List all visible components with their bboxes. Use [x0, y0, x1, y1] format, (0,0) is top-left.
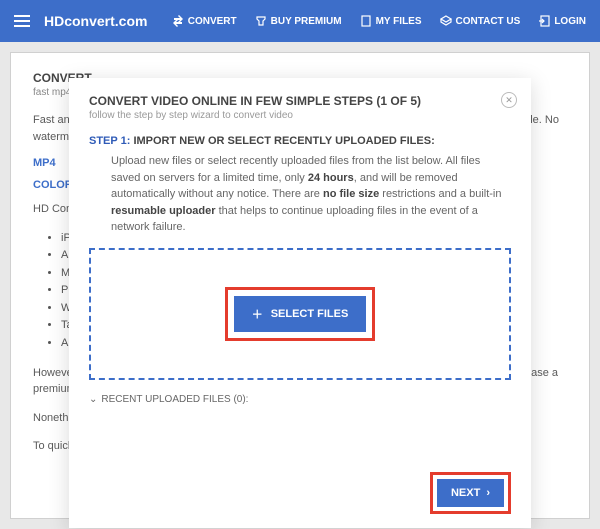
select-files-label: SELECT FILES: [271, 308, 349, 320]
close-icon[interactable]: ✕: [501, 92, 517, 108]
nav-files-label: MY FILES: [376, 16, 422, 27]
modal-title: CONVERT VIDEO ONLINE IN FEW SIMPLE STEPS…: [89, 94, 511, 108]
next-label: NEXT: [451, 487, 480, 499]
select-highlight: ＋ SELECT FILES: [225, 287, 376, 341]
wizard-modal: ✕ CONVERT VIDEO ONLINE IN FEW SIMPLE STE…: [69, 78, 531, 528]
next-button[interactable]: NEXT ›: [437, 479, 504, 507]
nav-login-label: LOGIN: [554, 16, 586, 27]
step-number: STEP 1:: [89, 135, 130, 147]
hamburger-icon[interactable]: [14, 15, 30, 27]
nav-convert[interactable]: CONVERT: [172, 15, 237, 27]
upload-dropzone[interactable]: ＋ SELECT FILES: [89, 248, 511, 380]
topbar: HDconvert.com CONVERT BUY PREMIUM MY FIL…: [0, 0, 600, 42]
step-text: IMPORT NEW OR SELECT RECENTLY UPLOADED F…: [133, 135, 434, 147]
recent-label: RECENT UPLOADED FILES (0):: [101, 394, 248, 405]
nav-convert-label: CONVERT: [188, 16, 237, 27]
chevron-right-icon: ›: [486, 487, 490, 499]
step-heading: STEP 1: IMPORT NEW OR SELECT RECENTLY UP…: [89, 135, 511, 147]
nav-files[interactable]: MY FILES: [360, 15, 422, 27]
nav-contact-label: CONTACT US: [456, 16, 521, 27]
nav-premium[interactable]: BUY PREMIUM: [255, 15, 342, 27]
plus-icon: ＋: [252, 306, 263, 322]
nav: CONVERT BUY PREMIUM MY FILES CONTACT US …: [172, 15, 586, 27]
recent-uploaded-toggle[interactable]: ⌄ RECENT UPLOADED FILES (0):: [89, 394, 511, 405]
modal-subtitle: follow the step by step wizard to conver…: [89, 110, 511, 121]
chevron-down-icon: ⌄: [89, 394, 97, 405]
step-instruction: Upload new files or select recently uplo…: [89, 153, 511, 236]
nav-login[interactable]: LOGIN: [538, 15, 586, 27]
select-files-button[interactable]: ＋ SELECT FILES: [234, 296, 367, 332]
next-highlight: NEXT ›: [430, 472, 511, 514]
nav-contact[interactable]: CONTACT US: [440, 15, 521, 27]
nav-premium-label: BUY PREMIUM: [271, 16, 342, 27]
modal-overlay: ✕ CONVERT VIDEO ONLINE IN FEW SIMPLE STE…: [0, 42, 600, 529]
brand-title: HDconvert.com: [44, 13, 172, 29]
